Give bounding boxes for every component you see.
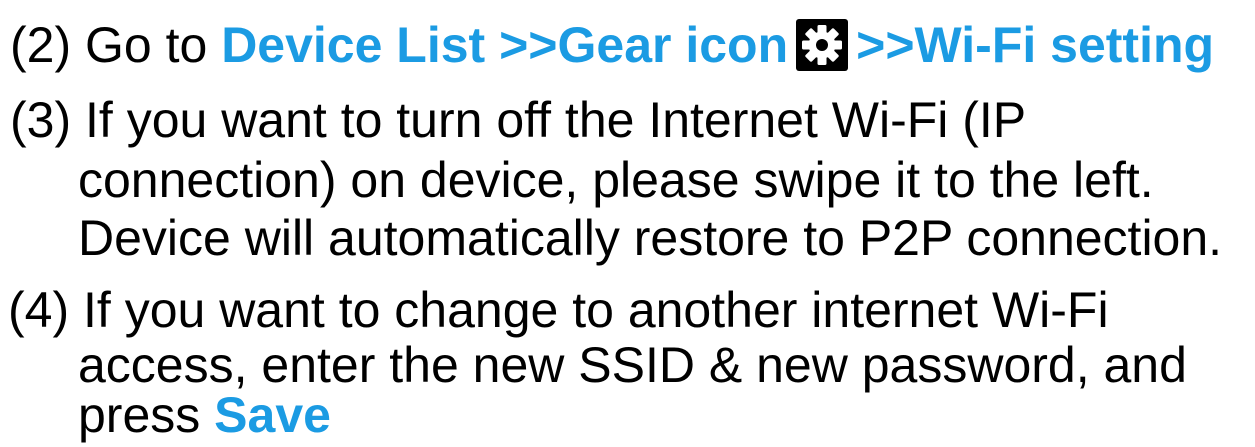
step-3-number: (3) xyxy=(10,92,72,148)
step-4-line-1: (4) If you want to change to another int… xyxy=(8,282,1109,338)
step-2-text: (2) Go to xyxy=(10,17,222,73)
step-3-line-2: connection) on device, please swipe it t… xyxy=(78,152,1154,208)
step-4-line-2: access, enter the new SSID & new passwor… xyxy=(78,337,1187,393)
step-4-text-2: access, enter the new SSID & new passwor… xyxy=(78,337,1187,393)
nav-path-wifi-setting: >>Wi-Fi setting xyxy=(856,17,1215,73)
step-3-line-1: (3) If you want to turn off the Internet… xyxy=(10,92,1026,148)
gear-icon xyxy=(796,18,849,71)
instruction-page: (2) Go to Device List >>Gear icon >>Wi-F… xyxy=(0,0,1255,447)
step-4-number: (4) xyxy=(8,282,70,338)
step-2-line: (2) Go to Device List >>Gear icon >>Wi-F… xyxy=(10,17,1214,73)
nav-path-device-list: Device List >>Gear icon xyxy=(221,17,789,73)
step-4-line-3: press Save xyxy=(78,387,331,443)
step-3-text-3: Device will automatically restore to P2P… xyxy=(78,210,1223,266)
step-3-text-1: If you want to turn off the Internet Wi-… xyxy=(85,92,1027,148)
save-label: Save xyxy=(214,387,331,443)
step-3-text-2: connection) on device, please swipe it t… xyxy=(78,152,1154,208)
step-4-press-text: press xyxy=(78,387,201,443)
step-3-line-3: Device will automatically restore to P2P… xyxy=(78,210,1222,266)
step-4-text-1: If you want to change to another interne… xyxy=(83,282,1109,338)
